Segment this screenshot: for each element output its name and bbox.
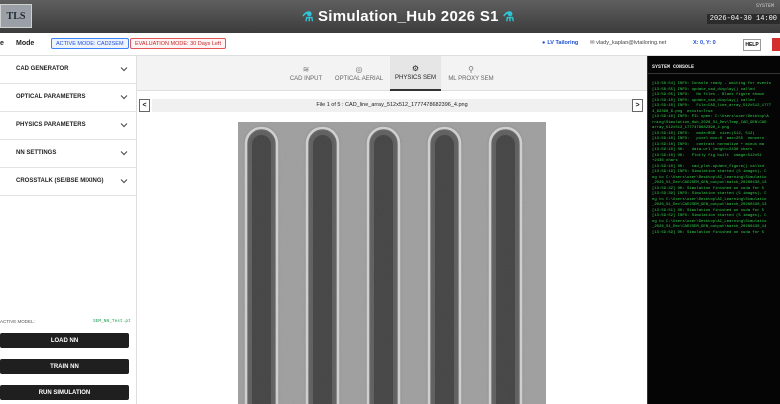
system-time: 2026-04-30 14:00 (706, 14, 780, 24)
app-title: ⚗ Simulation_Hub 2026 S1 ⚗ (298, 8, 519, 25)
section-label: OPTICAL PARAMETERS (16, 94, 86, 100)
tab-label: ML PROXY SEM (448, 76, 494, 82)
chevron-down-icon (120, 67, 128, 72)
file-label: File 1 of 5 : CAD_line_array_512x512_177… (152, 99, 632, 112)
active-mode-badge[interactable]: ACTIVE MODE: CAD2SEM (51, 38, 129, 49)
console-log: [13:58:54] INFO: Console ready - waiting… (652, 82, 772, 235)
previous-file-button[interactable]: < (139, 99, 150, 112)
console-divider (648, 73, 780, 74)
next-file-button[interactable]: > (632, 99, 643, 112)
tab-label: OPTICAL AERIAL (334, 76, 384, 82)
cursor-coordinates: X: 0, Y: 0 (693, 40, 716, 46)
sidebar: CAD GENERATOR OPTICAL PARAMETERS PHYSICS… (0, 56, 137, 404)
chevron-down-icon (120, 95, 128, 100)
section-nn-settings[interactable]: NN SETTINGS (0, 140, 137, 168)
tab-physics-sem[interactable]: ⚙ PHYSICS SEM (390, 56, 441, 91)
tab-bar: ≋ CAD INPUT ◎ OPTICAL AERIAL ⚙ PHYSICS S… (137, 56, 647, 91)
section-crosstalk[interactable]: CROSSTALK (SE/BSE MIXING) (0, 168, 137, 196)
chevron-down-icon (120, 151, 128, 156)
section-physics-parameters[interactable]: PHYSICS PARAMETERS (0, 112, 137, 140)
run-simulation-button[interactable]: RUN SIMULATION (0, 385, 129, 400)
company-link[interactable]: ● LV Tailoring (542, 40, 578, 46)
mode-bar: e Mode ACTIVE MODE: CAD2SEM EVALUATION M… (0, 33, 780, 56)
title-bar: TLS ⚗ Simulation_Hub 2026 S1 ⚗ SYSTEM 2026… (0, 0, 780, 33)
flask-icon: ⚗ (302, 9, 314, 24)
company-label: LV Tailoring (547, 40, 579, 46)
flask-icon: ⚗ (502, 9, 515, 24)
app-logo: TLS (0, 4, 32, 28)
user-email: ✉ vlady_kaplan@lvtailoring.net (590, 40, 666, 46)
active-model-value: SEM_NN_Test.pt (93, 319, 131, 324)
user-icon: ● (542, 40, 546, 46)
file-navigator: < File 1 of 5 : CAD_line_array_512x512_1… (137, 97, 647, 113)
exit-button[interactable] (772, 38, 780, 51)
main-panel: ≋ CAD INPUT ◎ OPTICAL AERIAL ⚙ PHYSICS S… (137, 56, 647, 404)
section-label: CAD GENERATOR (16, 66, 69, 72)
active-model-label: ACTIVE MODEL: (0, 319, 35, 324)
user-email-text: vlady_kaplan@lvtailoring.net (596, 40, 667, 46)
system-console: SYSTEM CONSOLE [13:58:54] INFO: Console … (647, 56, 780, 404)
section-label: NN SETTINGS (16, 150, 57, 156)
mode-marker: e (0, 40, 4, 47)
sem-noise (238, 122, 546, 404)
aerial-icon: ◎ (355, 65, 363, 74)
tab-label: PHYSICS SEM (394, 75, 436, 81)
app-window: TLS ⚗ Simulation_Hub 2026 S1 ⚗ SYSTEM 2026… (0, 0, 780, 404)
section-optical-parameters[interactable]: OPTICAL PARAMETERS (0, 84, 137, 112)
system-time-label: SYSTEM (755, 3, 774, 9)
tab-ml-proxy-sem[interactable]: ⚲ ML PROXY SEM (445, 56, 497, 91)
location-pin-icon: ⚲ (468, 65, 474, 74)
evaluation-mode-badge: EVALUATION MODE: 30 Days Left (130, 38, 226, 49)
tab-label: CAD INPUT (289, 76, 323, 82)
console-title: SYSTEM CONSOLE (652, 64, 695, 70)
section-label: PHYSICS PARAMETERS (16, 122, 86, 128)
train-nn-button[interactable]: TRAIN NN (0, 359, 129, 374)
tab-cad-input[interactable]: ≋ CAD INPUT (284, 56, 328, 91)
app-title-text: Simulation_Hub 2026 S1 (317, 8, 499, 25)
chevron-down-icon (120, 123, 128, 128)
chevron-down-icon (120, 179, 128, 184)
mode-label: Mode (16, 40, 35, 47)
section-label: CROSSTALK (SE/BSE MIXING) (16, 178, 104, 184)
sem-image[interactable] (238, 122, 546, 404)
section-cad-generator[interactable]: CAD GENERATOR (0, 56, 137, 84)
help-button[interactable]: HELP (743, 39, 761, 51)
tab-optical-aerial[interactable]: ◎ OPTICAL AERIAL (331, 56, 387, 91)
load-nn-button[interactable]: LOAD NN (0, 333, 129, 348)
settings-icon: ⚙ (411, 64, 420, 73)
layers-icon: ≋ (302, 65, 310, 74)
